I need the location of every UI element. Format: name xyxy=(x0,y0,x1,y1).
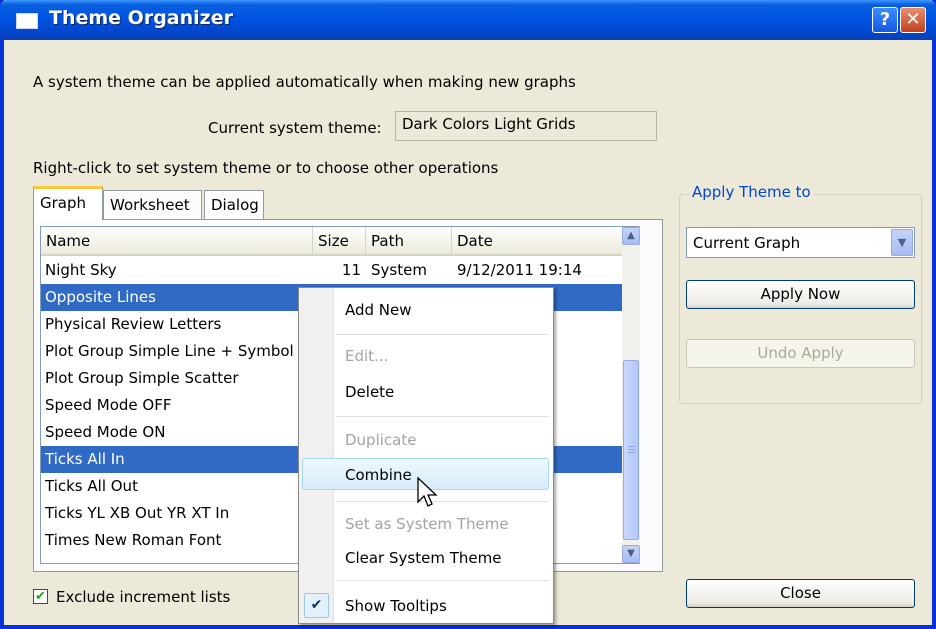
grip-icon xyxy=(628,446,635,447)
cell-name: Plot Group Simple Line + Symbol xyxy=(45,342,294,360)
menu-item-add-new[interactable]: Add New xyxy=(345,301,412,319)
window-title: Theme Organizer xyxy=(49,7,233,29)
cell-name: Speed Mode ON xyxy=(45,423,166,441)
apply-theme-legend: Apply Theme to xyxy=(689,183,814,201)
cell-name: Ticks YL XB Out YR XT In xyxy=(45,504,230,522)
apply-now-button[interactable]: Apply Now xyxy=(686,280,915,309)
menu-separator xyxy=(336,334,549,335)
exclude-increment-label: Exclude increment lists xyxy=(56,588,231,606)
apply-target-value: Current Graph xyxy=(693,234,801,252)
cell-name: Speed Mode OFF xyxy=(45,396,172,414)
cell-name: Ticks All In xyxy=(45,450,125,468)
tab-worksheet[interactable]: Worksheet xyxy=(103,190,202,220)
column-header-path[interactable]: Path xyxy=(366,227,452,256)
cell-name: Plot Group Simple Scatter xyxy=(45,369,239,387)
list-scrollbar[interactable]: ▲ ▼ xyxy=(622,227,640,563)
menu-gutter xyxy=(299,288,334,623)
cell-name: Times New Roman Font xyxy=(45,531,222,549)
chevron-down-icon[interactable]: ▼ xyxy=(891,229,913,256)
scroll-thumb[interactable] xyxy=(623,360,639,540)
help-button[interactable]: ? xyxy=(872,7,898,33)
window-icon xyxy=(16,13,38,29)
menu-item-combine[interactable]: Combine xyxy=(345,466,412,484)
tab-dialog[interactable]: Dialog xyxy=(204,190,264,220)
undo-apply-button[interactable]: Undo Apply xyxy=(686,339,915,368)
scroll-up-icon[interactable]: ▲ xyxy=(622,227,640,245)
cell-name: Night Sky xyxy=(45,261,117,279)
checkmark-icon: ✔ xyxy=(304,593,329,618)
menu-item-set-system-theme[interactable]: Set as System Theme xyxy=(345,515,509,533)
menu-separator xyxy=(336,501,549,502)
menu-item-edit[interactable]: Edit... xyxy=(345,347,388,365)
mouse-cursor-icon xyxy=(417,477,438,507)
cell-name: Ticks All Out xyxy=(45,477,138,495)
context-menu: Add New Edit... Delete Duplicate Combine… xyxy=(298,287,554,624)
menu-separator xyxy=(336,580,549,581)
menu-item-duplicate[interactable]: Duplicate xyxy=(345,431,416,449)
close-window-button[interactable]: ✕ xyxy=(900,7,926,33)
close-button[interactable]: Close xyxy=(686,579,915,608)
current-theme-field: Dark Colors Light Grids xyxy=(395,111,657,141)
cell-name: Physical Review Letters xyxy=(45,315,222,333)
cell-name: Opposite Lines xyxy=(45,288,156,306)
column-header-date[interactable]: Date xyxy=(452,227,623,256)
title-bar[interactable]: Theme Organizer ? ✕ xyxy=(0,0,936,40)
cell-path: System xyxy=(371,261,427,279)
menu-item-show-tooltips[interactable]: Show Tooltips xyxy=(345,597,447,615)
exclude-increment-checkbox[interactable]: ✔ xyxy=(33,589,48,604)
column-header-size[interactable]: Size xyxy=(313,227,366,256)
column-header-name[interactable]: Name xyxy=(41,227,313,256)
tab-graph[interactable]: Graph xyxy=(33,186,103,220)
scroll-down-icon[interactable]: ▼ xyxy=(622,545,640,563)
cell-date: 9/12/2011 19:14 xyxy=(457,261,582,279)
current-theme-value: Dark Colors Light Grids xyxy=(402,115,576,133)
menu-separator xyxy=(336,416,549,417)
intro-text: A system theme can be applied automatica… xyxy=(33,73,576,91)
table-row[interactable]: Night Sky 11 System 9/12/2011 19:14 xyxy=(41,257,623,284)
current-theme-label: Current system theme: xyxy=(208,119,382,137)
instruction-text: Right-click to set system theme or to ch… xyxy=(33,159,499,177)
apply-target-select[interactable]: Current Graph ▼ xyxy=(686,227,915,258)
menu-item-delete[interactable]: Delete xyxy=(345,383,394,401)
cell-size: 11 xyxy=(341,261,361,279)
menu-item-clear-system-theme[interactable]: Clear System Theme xyxy=(345,549,501,567)
